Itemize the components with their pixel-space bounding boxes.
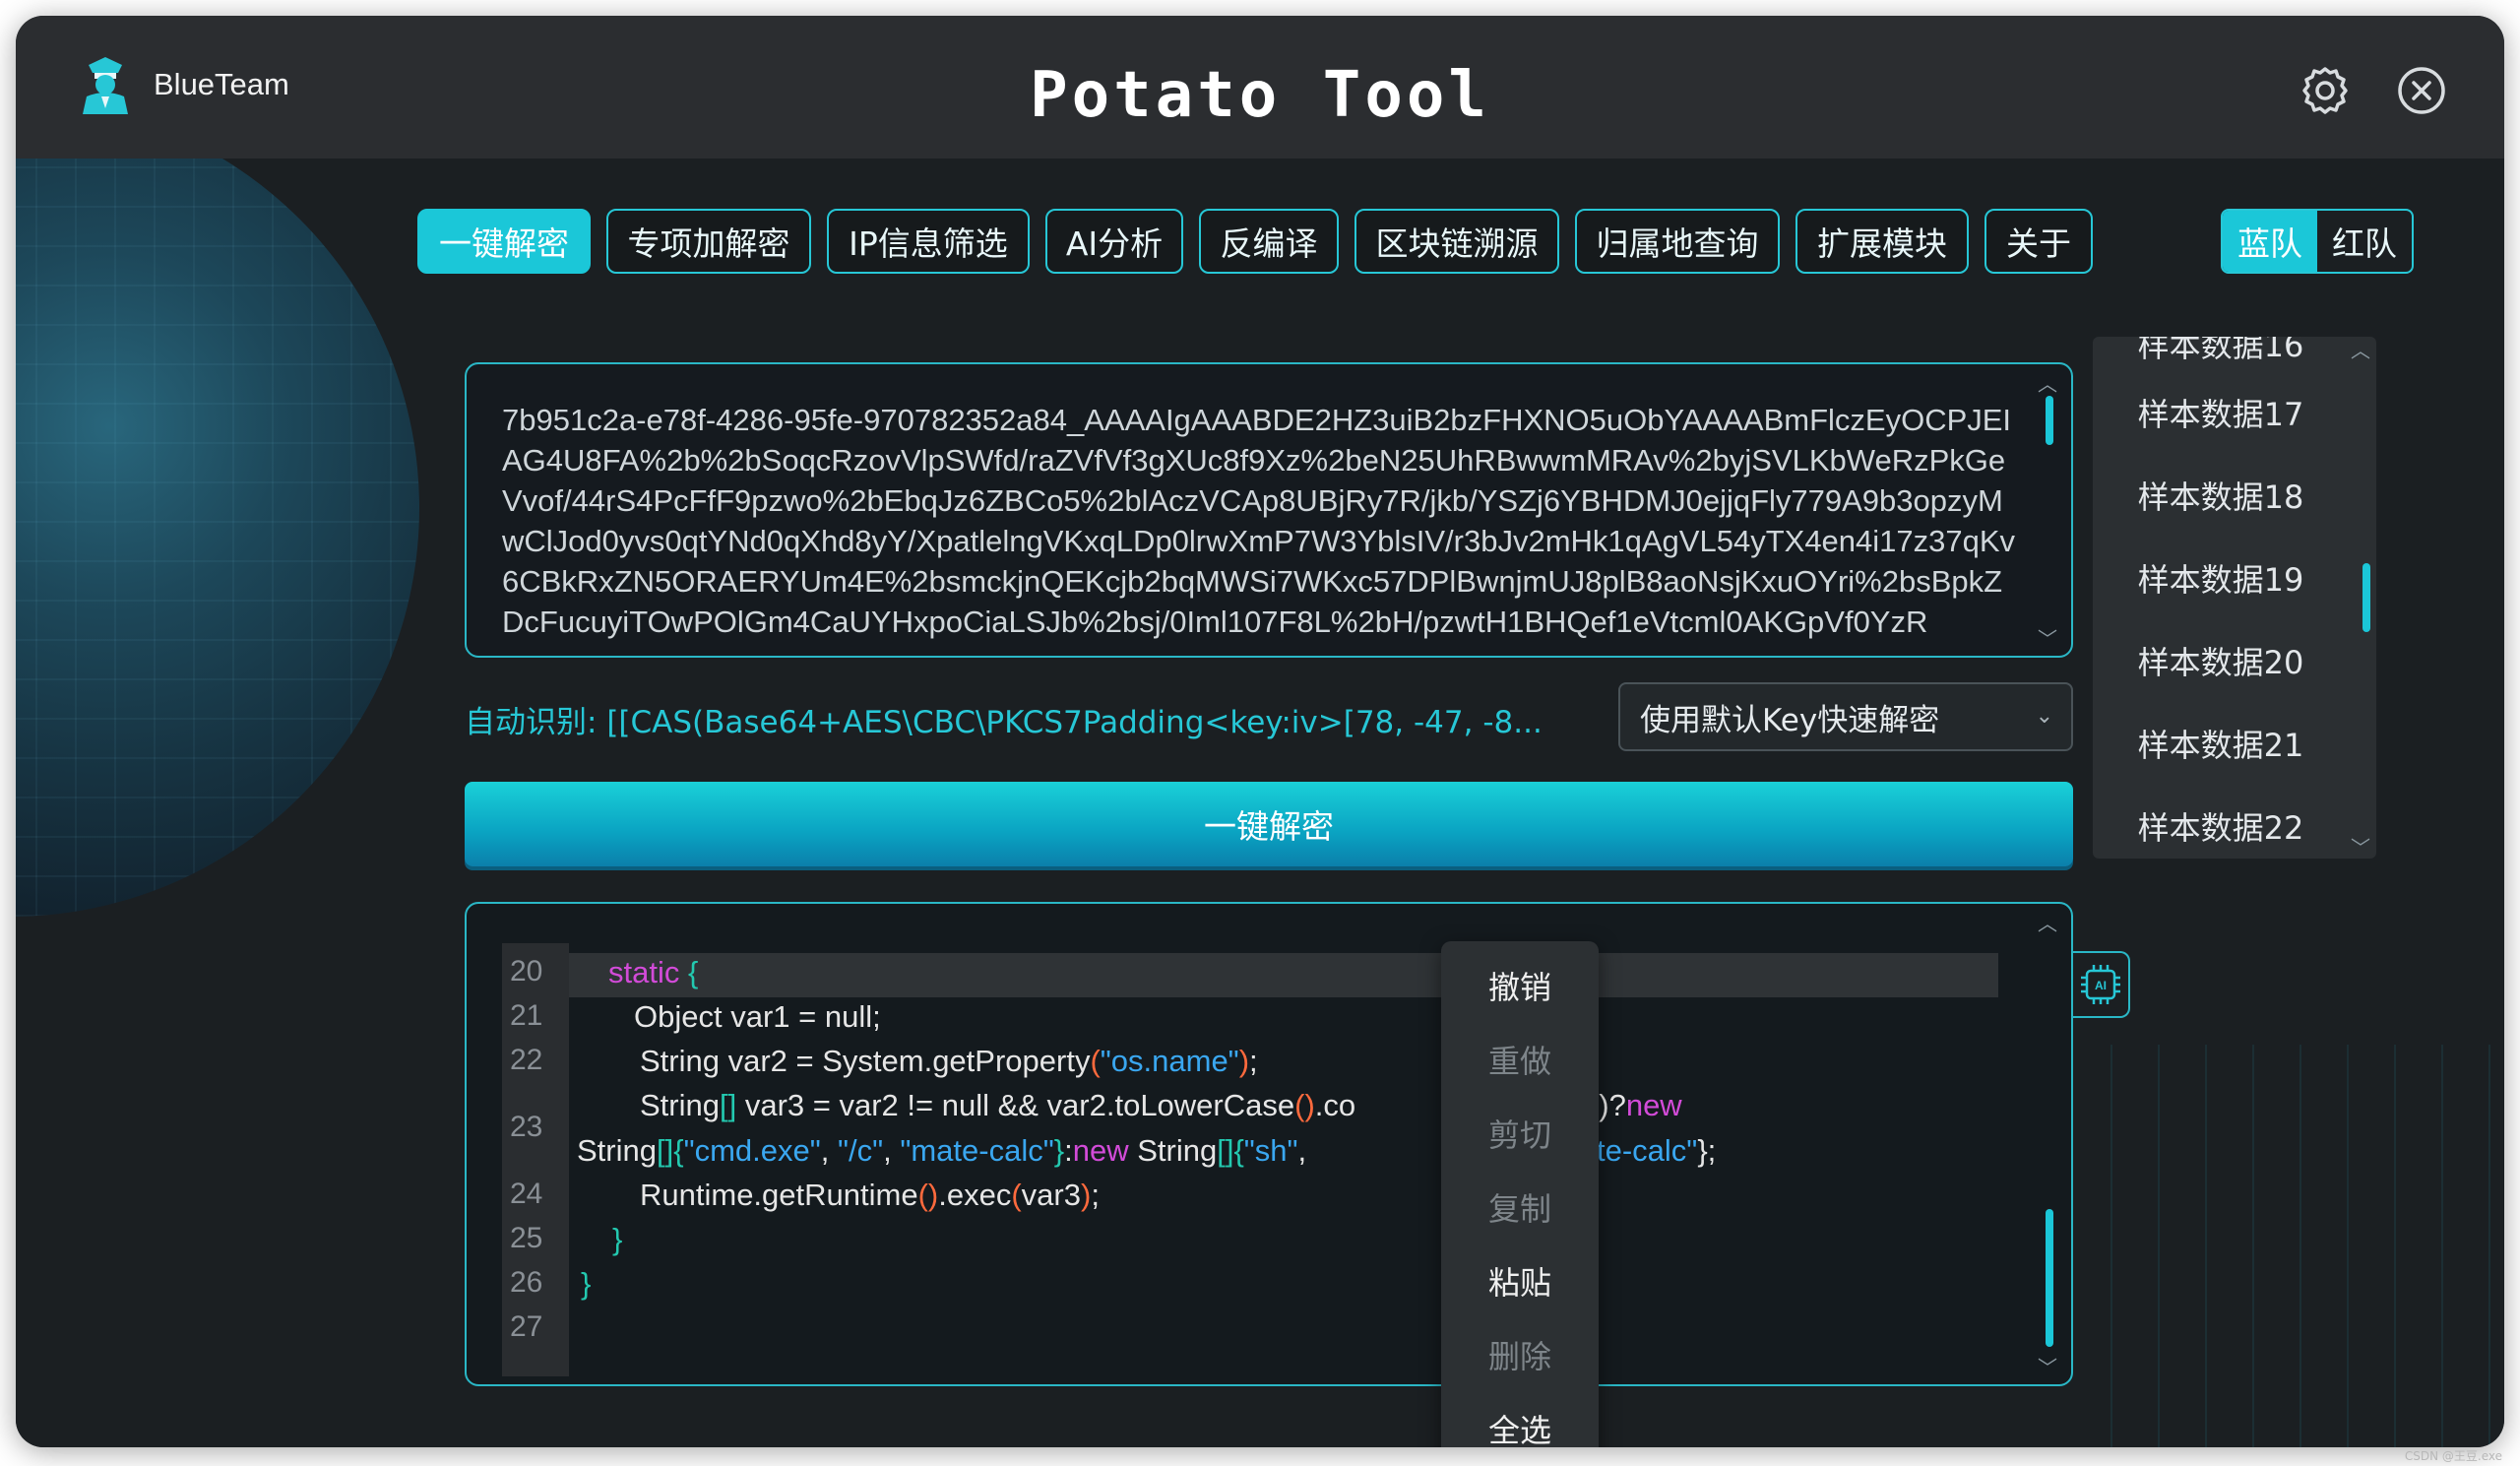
- team-toggle: 蓝队 红队: [2221, 209, 2414, 274]
- menu-item-undo[interactable]: 撤销: [1441, 963, 1599, 1008]
- chevron-down-icon: ⌄: [2035, 704, 2053, 729]
- sample-scrollbar[interactable]: [2362, 563, 2370, 632]
- tab-decompile[interactable]: 反编译: [1199, 209, 1339, 274]
- auto-detect-value[interactable]: [[CAS(Base64+AES\CBC\PKCS7Padding<key:iv…: [606, 705, 1542, 740]
- code-line-23: String[] var3 = var2 != null && var2.toL…: [640, 1088, 1356, 1122]
- line-number: 27: [510, 1310, 543, 1343]
- line-number: 23: [510, 1111, 543, 1143]
- auto-detect-label: 自动识别:: [465, 705, 598, 740]
- tab-one-click-decrypt[interactable]: 一键解密: [417, 209, 591, 274]
- sample-item[interactable]: 样本数据18: [2093, 473, 2349, 518]
- menu-item-copy[interactable]: 复制: [1441, 1184, 1599, 1230]
- code-line-21: Object var1 = null;: [634, 999, 881, 1034]
- cipher-input-text[interactable]: 7b951c2a-e78f-4286-95fe-970782352a84_AAA…: [502, 400, 2018, 642]
- tab-ai-analysis[interactable]: AI分析: [1045, 209, 1183, 274]
- sample-item[interactable]: 样本数据21: [2093, 721, 2349, 766]
- scroll-down-icon[interactable]: ﹀: [2038, 623, 2057, 652]
- code-line-24: Runtime.getRuntime().exec(var3);: [640, 1178, 1100, 1212]
- output-code-editor[interactable]: 20 21 22 23 24 25 26 27 static { Object …: [465, 902, 2073, 1386]
- code-line-20: static {: [608, 955, 699, 989]
- menu-item-delete[interactable]: 删除: [1441, 1332, 1599, 1377]
- menu-item-paste[interactable]: 粘贴: [1441, 1258, 1599, 1304]
- sample-item[interactable]: 样本数据17: [2093, 390, 2349, 435]
- current-line-highlight: [569, 953, 1998, 997]
- key-mode-select[interactable]: 使用默认Key快速解密 ⌄: [1618, 682, 2073, 751]
- close-icon[interactable]: [2394, 63, 2449, 118]
- scroll-down-icon[interactable]: ﹀: [2038, 1352, 2057, 1380]
- cipher-input[interactable]: 7b951c2a-e78f-4286-95fe-970782352a84_AAA…: [465, 362, 2073, 658]
- globe-grid-decoration: [16, 99, 419, 917]
- context-menu: 撤销 重做 剪切 复制 粘贴 删除 全选: [1441, 941, 1599, 1447]
- tab-about[interactable]: 关于: [1984, 209, 2093, 274]
- line-number: 22: [510, 1044, 543, 1076]
- tab-extensions[interactable]: 扩展模块: [1796, 209, 1969, 274]
- code-line-22: String var2 = System.getProperty("os.nam…: [640, 1044, 1258, 1078]
- menu-item-cut[interactable]: 剪切: [1441, 1111, 1599, 1156]
- sample-list[interactable]: 样本数据16 样本数据17 样本数据18 样本数据19 样本数据20 样本数据2…: [2093, 337, 2376, 859]
- main-tabs: 一键解密 专项加解密 IP信息筛选 AI分析 反编译 区块链溯源 归属地查询 扩…: [417, 209, 2093, 274]
- ai-chip-icon: AI: [2081, 965, 2120, 1004]
- scroll-up-icon[interactable]: ︿: [2038, 908, 2057, 936]
- decrypt-button[interactable]: 一键解密: [465, 782, 2073, 866]
- red-team-button[interactable]: 红队: [2317, 211, 2412, 272]
- sample-item[interactable]: 样本数据16: [2093, 337, 2349, 366]
- tab-blockchain-trace[interactable]: 区块链溯源: [1354, 209, 1559, 274]
- line-number: 21: [510, 999, 543, 1032]
- gear-icon[interactable]: [2298, 63, 2353, 118]
- scroll-down-icon[interactable]: ﹀: [2351, 832, 2370, 859]
- menu-item-redo[interactable]: 重做: [1441, 1037, 1599, 1082]
- sample-item[interactable]: 样本数据20: [2093, 638, 2349, 683]
- scroll-up-icon[interactable]: ︿: [2351, 337, 2370, 363]
- app-title: Potato Tool: [1030, 59, 1490, 132]
- auto-detect-result: 自动识别: [[CAS(Base64+AES\CBC\PKCS7Padding<…: [465, 697, 1587, 741]
- app-window: BlueTeam Potato Tool 一键解密 专项加解密 IP信息筛选 A…: [16, 16, 2504, 1447]
- tab-ip-filter[interactable]: IP信息筛选: [827, 209, 1030, 274]
- blue-team-button[interactable]: 蓝队: [2223, 211, 2317, 272]
- circuit-decoration: [2110, 1045, 2504, 1447]
- tab-location-lookup[interactable]: 归属地查询: [1575, 209, 1780, 274]
- ai-chip-label: AI: [2095, 979, 2107, 992]
- code-line-23-wrap-tail: te-calc"};: [1597, 1133, 1717, 1168]
- scroll-up-icon[interactable]: ︿: [2038, 368, 2057, 397]
- code-line-26: }: [581, 1266, 592, 1301]
- menu-item-select-all[interactable]: 全选: [1441, 1406, 1599, 1447]
- ai-analyze-button[interactable]: AI: [2073, 951, 2130, 1018]
- title-bar: BlueTeam Potato Tool: [16, 16, 2504, 159]
- input-scrollbar[interactable]: [2046, 396, 2053, 445]
- sample-item[interactable]: 样本数据22: [2093, 803, 2349, 849]
- sample-item[interactable]: 样本数据19: [2093, 555, 2349, 601]
- output-scrollbar[interactable]: [2046, 1209, 2053, 1347]
- watermark: CSDN @王豆.exe: [2404, 1449, 2502, 1463]
- line-number: 20: [510, 955, 543, 988]
- tab-special-crypto[interactable]: 专项加解密: [606, 209, 811, 274]
- code-line-23-wrap: String[]{"cmd.exe", "/c", "mate-calc"}:n…: [577, 1133, 1307, 1168]
- line-number: 25: [510, 1222, 543, 1254]
- line-number: 24: [510, 1178, 543, 1210]
- code-line-25: }: [612, 1222, 623, 1256]
- key-mode-value: 使用默认Key快速解密: [1640, 702, 1940, 738]
- line-number: 26: [510, 1266, 543, 1299]
